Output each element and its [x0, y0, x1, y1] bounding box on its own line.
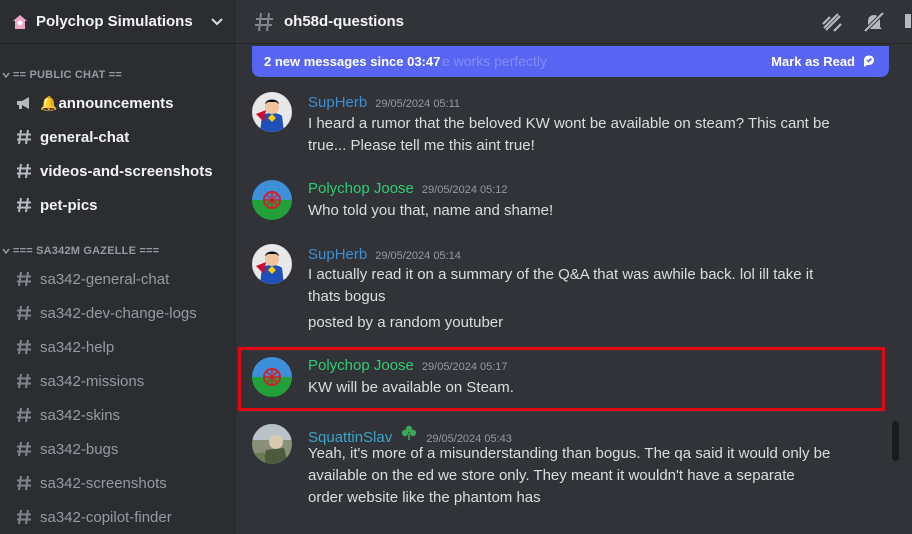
channel-general-chat[interactable]: general-chat	[8, 122, 228, 152]
channel-label: sa342-bugs	[40, 440, 119, 458]
message-text: true... Please tell me this aint true!	[308, 137, 535, 154]
highlight-box	[238, 347, 885, 411]
avatar[interactable]	[252, 92, 292, 132]
category-public-chat[interactable]: == PUBLIC CHAT ==	[0, 67, 122, 83]
hashtag-icon	[17, 339, 31, 355]
obscured-text: e works perfectly	[442, 53, 548, 69]
channel-sa342-copilot-finder[interactable]: sa342-copilot-finder	[8, 502, 228, 532]
mark-read-icon	[864, 55, 874, 67]
header-toolbar	[820, 10, 912, 34]
channel-label: general-chat	[40, 128, 130, 146]
timestamp: 29/05/2024 05:11	[375, 98, 461, 110]
channel-sa342-missions[interactable]: sa342-missions	[8, 366, 228, 396]
superhero-avatar-icon	[252, 92, 292, 132]
message-text: Who told you that, name and shame!	[308, 202, 554, 219]
hashtag-icon	[17, 305, 31, 321]
channel-sa342-dev-change-logs[interactable]: sa342-dev-change-logs	[8, 298, 228, 328]
category-label: == PUBLIC CHAT ==	[13, 69, 122, 81]
threads-icon[interactable]	[820, 10, 844, 34]
message-header: SquattinSlav 29/05/2024 05:43	[308, 424, 512, 446]
message-text: Yeah, it's more of a misunderstanding th…	[308, 445, 831, 462]
channel-pet-pics[interactable]: pet-pics	[8, 190, 228, 220]
hashtag-icon	[255, 12, 273, 31]
channel-title: oh58d-questions	[284, 13, 405, 30]
message: SupHerb 29/05/2024 05:14 I actually read…	[236, 244, 890, 334]
hashtag-icon	[17, 271, 31, 287]
chevron-down-icon	[2, 248, 10, 255]
channel-label: sa342-copilot-finder	[40, 508, 172, 526]
hashtag-icon	[17, 441, 31, 457]
timestamp: 29/05/2024 05:12	[421, 184, 508, 196]
message-text: I actually read it on a summary of the Q…	[308, 266, 814, 283]
channel-header: oh58d-questions	[236, 0, 912, 44]
avatar[interactable]	[252, 180, 292, 220]
message-header: SupHerb 29/05/2024 05:11	[308, 94, 460, 111]
new-messages-text: 2 new messages since 03:47	[264, 54, 441, 69]
message-header: Polychop Joose 29/05/2024 05:12	[308, 180, 508, 197]
avatar[interactable]	[252, 424, 292, 464]
message: SupHerb 29/05/2024 05:11 I heard a rumor…	[236, 92, 890, 154]
message-followup: posted by a random youtuber	[308, 314, 504, 331]
channel-sa342-skins[interactable]: sa342-skins	[8, 400, 228, 430]
timestamp: 29/05/2024 05:14	[375, 250, 461, 262]
hashtag-icon	[17, 475, 31, 491]
timestamp: 29/05/2024 05:43	[426, 433, 512, 445]
channel-announcements[interactable]: 🔔 announcements	[8, 88, 228, 118]
server-home-icon	[13, 14, 27, 29]
outdoor-photo-avatar-icon	[252, 424, 292, 464]
channel-label: pet-pics	[40, 196, 98, 214]
channel-videos-and-screenshots[interactable]: videos-and-screenshots	[8, 156, 228, 186]
channel-label: videos-and-screenshots	[40, 162, 213, 180]
username[interactable]: SquattinSlav	[308, 429, 392, 446]
message-header: SupHerb 29/05/2024 05:14	[308, 246, 461, 263]
mark-as-read-label: Mark as Read	[771, 54, 855, 69]
message-text: available on the ed we store only. They …	[308, 467, 795, 484]
channel-label: announcements	[58, 94, 174, 112]
channel-label: sa342-missions	[40, 372, 145, 390]
channel-sa342-bugs[interactable]: sa342-bugs	[8, 434, 228, 464]
hashtag-icon	[17, 163, 31, 179]
chevron-down-icon[interactable]	[210, 15, 224, 29]
message: Polychop Joose 29/05/2024 05:12 Who told…	[236, 180, 890, 222]
channel-sidebar: Polychop Simulations == PUBLIC CHAT == 🔔…	[0, 0, 236, 534]
hashtag-icon	[17, 407, 31, 423]
server-name: Polychop Simulations	[36, 13, 193, 30]
message: SquattinSlav 29/05/2024 05:43 Yeah, it's…	[236, 424, 890, 514]
superhero-avatar-icon	[252, 244, 292, 284]
channel-sa342-screenshots[interactable]: sa342-screenshots	[8, 468, 228, 498]
message-text: I heard a rumor that the beloved KW wont…	[308, 115, 830, 132]
scrollbar-thumb[interactable]	[892, 421, 899, 461]
category-label: === SA342M GAZELLE ===	[13, 245, 160, 257]
clover-badge-icon	[402, 425, 417, 440]
bell-emoji: 🔔	[40, 94, 58, 111]
pin-icon[interactable]	[904, 10, 912, 34]
hashtag-icon	[17, 373, 31, 389]
hashtag-icon	[17, 129, 31, 145]
channel-label: sa342-screenshots	[40, 474, 167, 492]
megaphone-icon	[17, 97, 29, 109]
notification-muted-icon[interactable]	[862, 10, 886, 34]
channel-sa342-help[interactable]: sa342-help	[8, 332, 228, 362]
channel-label: sa342-dev-change-logs	[40, 304, 197, 322]
username[interactable]: SupHerb	[308, 246, 367, 263]
hashtag-icon	[17, 197, 31, 213]
new-messages-bar[interactable]: e works perfectly 2 new messages since 0…	[252, 46, 889, 77]
channel-label: sa342-general-chat	[40, 270, 170, 288]
username[interactable]: SupHerb	[308, 94, 367, 111]
username[interactable]: Polychop Joose	[308, 180, 414, 197]
message-text: order website like the phantom has	[308, 489, 541, 506]
category-sa342m-gazelle[interactable]: === SA342M GAZELLE ===	[0, 243, 159, 259]
message-text: thats bogus	[308, 288, 386, 305]
roma-flag-avatar-icon	[252, 180, 292, 220]
chevron-down-icon	[2, 72, 10, 79]
mark-as-read-button[interactable]: Mark as Read	[771, 54, 877, 70]
hashtag-icon	[17, 509, 31, 525]
server-header[interactable]: Polychop Simulations	[0, 0, 236, 44]
channel-label: sa342-skins	[40, 406, 121, 424]
channel-label: sa342-help	[40, 338, 115, 356]
channel-sa342-general-chat[interactable]: sa342-general-chat	[8, 264, 228, 294]
avatar[interactable]	[252, 244, 292, 284]
